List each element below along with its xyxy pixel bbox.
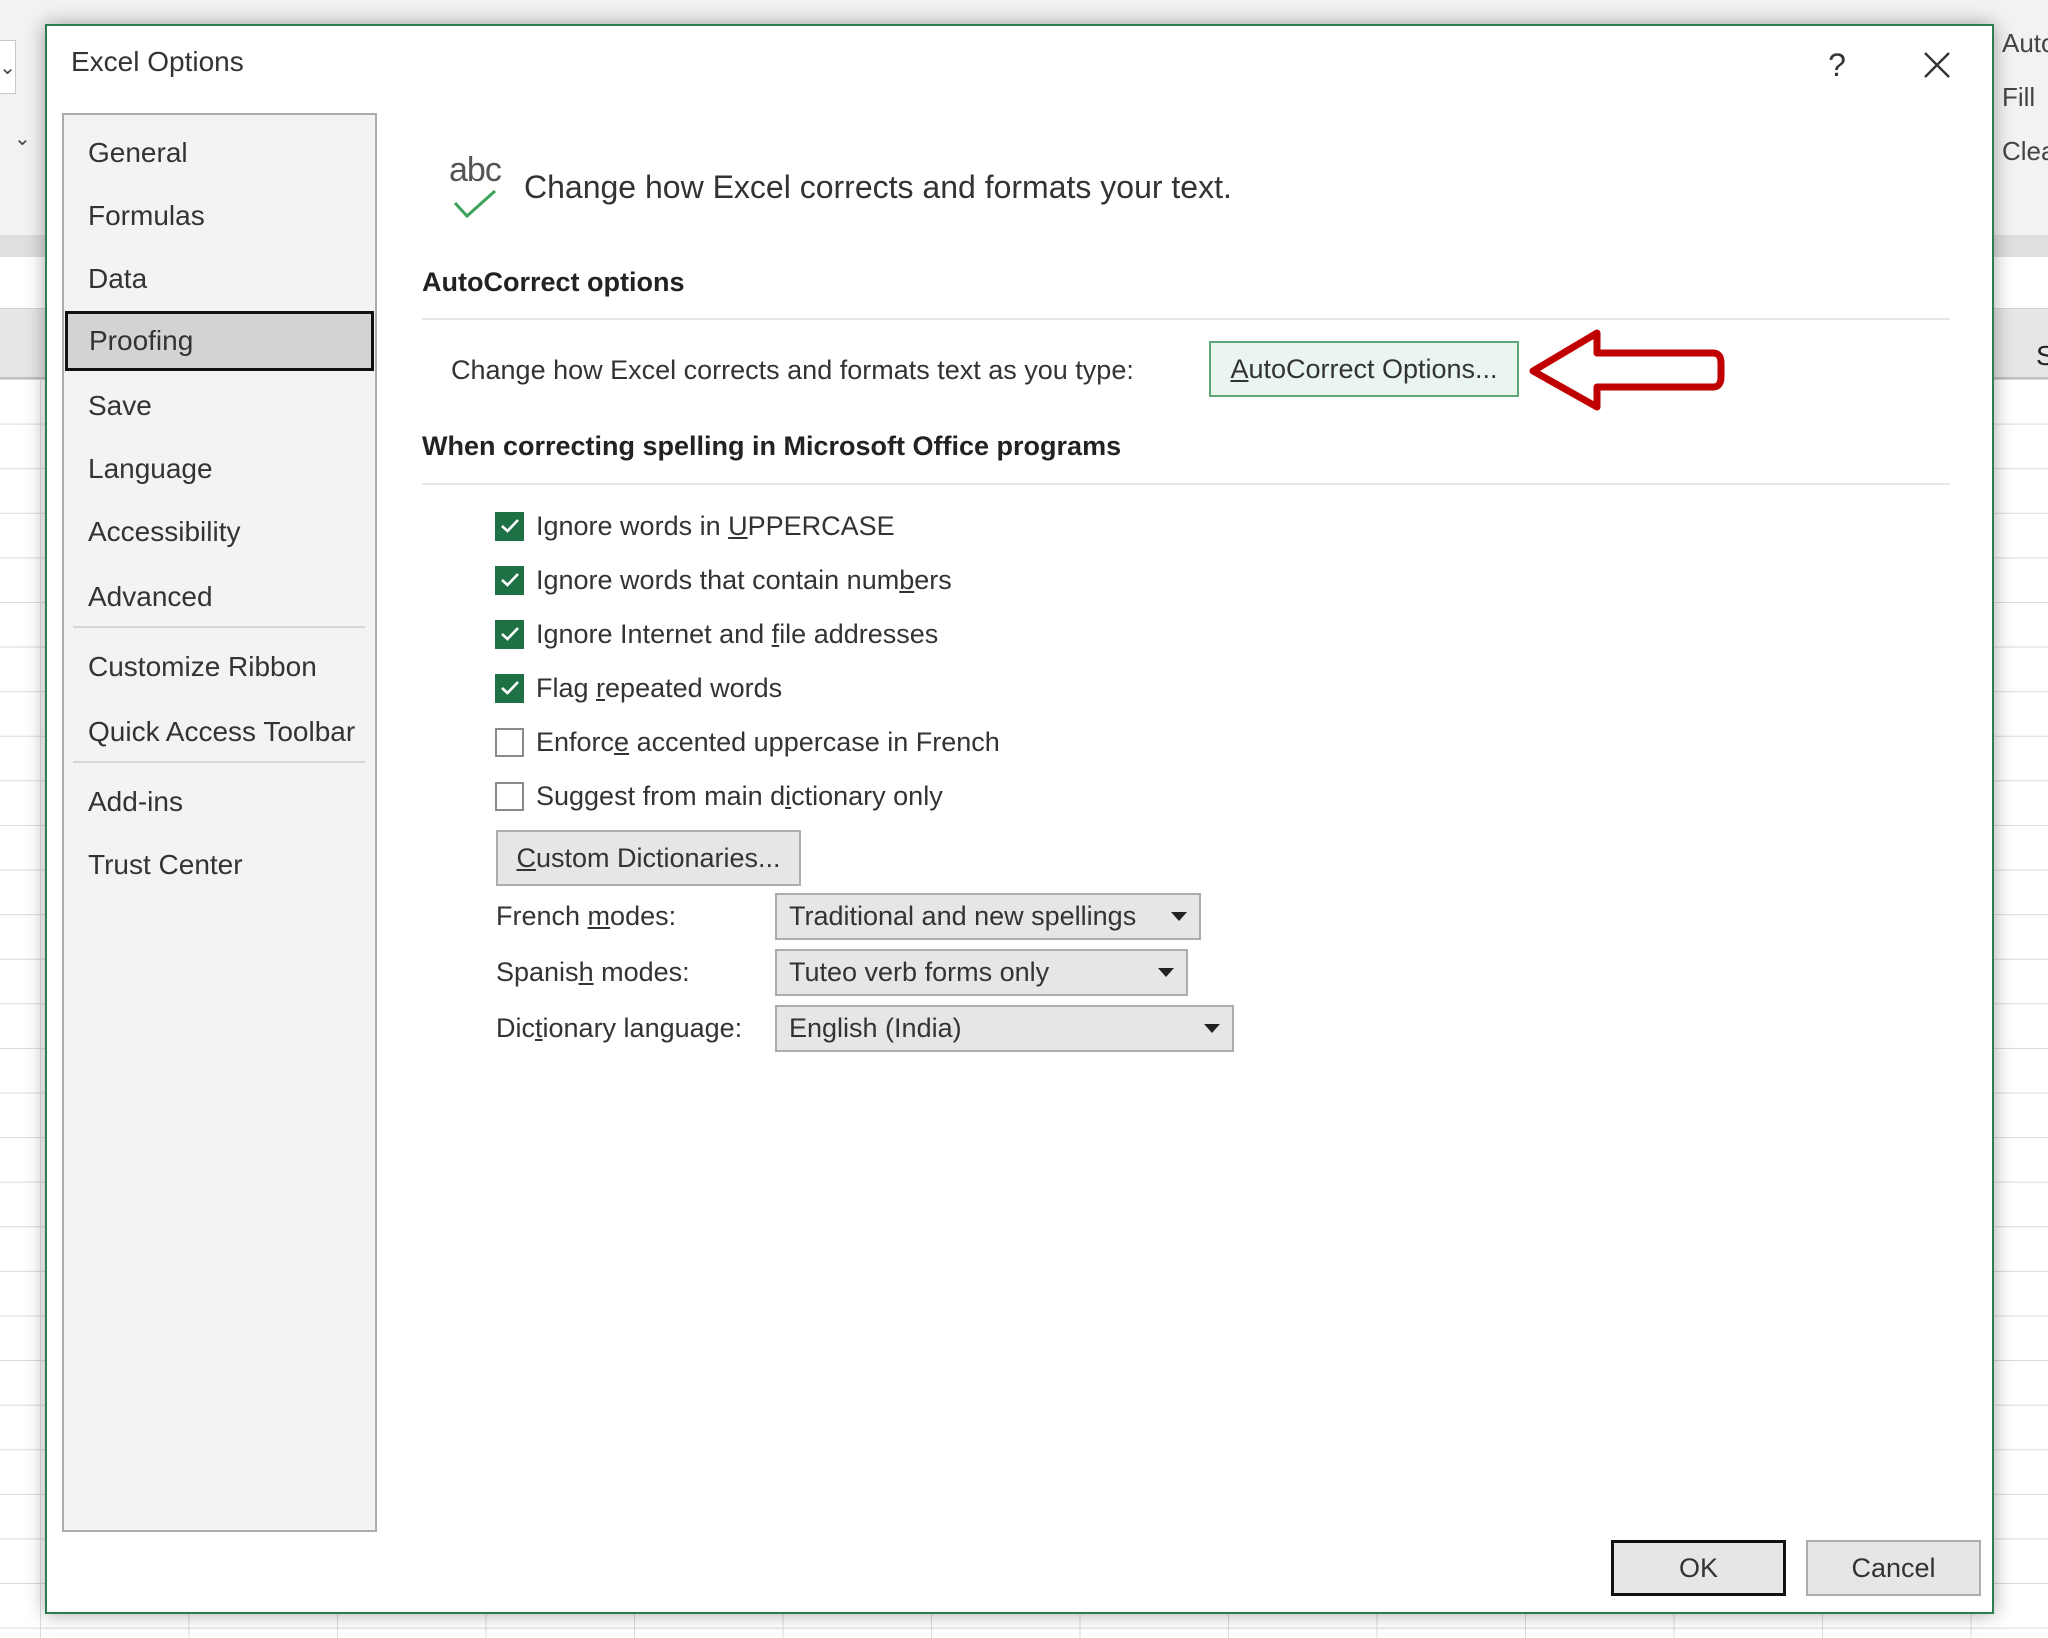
sidebar-item-add-ins[interactable]: Add-ins [64,772,375,832]
cancel-button[interactable]: Cancel [1806,1540,1981,1596]
sidebar-divider [73,626,365,628]
button-label: utoCorrect Options... [1248,353,1498,384]
checkbox-checked-icon[interactable] [495,565,524,595]
sidebar-item-accessibility[interactable]: Accessibility [64,502,375,562]
checkbox-checked-icon[interactable] [495,673,524,703]
abc-check-icon: abc [449,151,509,221]
help-button[interactable]: ? [1812,40,1862,90]
dropdown-arrow-icon [1171,912,1187,921]
sidebar-item-customize-ribbon[interactable]: Customize Ribbon [64,637,375,697]
column-header-letter: S [2036,340,2048,371]
checkbox-label: Ignore Internet and file addresses [536,618,939,649]
checkbox-ignore-uppercase[interactable]: Ignore words in UPPERCASE [495,504,895,548]
checkbox-label: Enforce accented uppercase in French [536,726,1000,757]
dictionary-language-select[interactable]: English (India) [775,1005,1234,1052]
sidebar-item-formulas[interactable]: Formulas [64,186,375,246]
autocorrect-description: Change how Excel corrects and formats te… [451,355,1134,385]
ribbon-clear[interactable]: Clea [2002,136,2048,167]
checkbox-flag-repeated-words[interactable]: Flag repeated words [495,666,782,710]
checkbox-label: Ignore words in UPPERCASE [536,510,895,541]
sidebar-item-save[interactable]: Save [64,376,375,436]
ribbon-autosum[interactable]: Auto [2002,28,2048,59]
spanish-modes-select[interactable]: Tuteo verb forms only [775,949,1188,996]
autocorrect-options-button[interactable]: AutoCorrect Options... [1209,341,1519,397]
section-divider [422,318,1950,320]
abc-icon-text: abc [449,151,502,189]
checkmark-icon [453,189,496,219]
options-sidebar: General Formulas Data Proofing Save Lang… [62,113,377,1532]
select-value: English (India) [789,1013,962,1043]
accel-key: C [516,842,536,873]
checkbox-label: Suggest from main dictionary only [536,780,943,811]
close-button[interactable] [1912,40,1962,90]
panel-header-text: Change how Excel corrects and formats yo… [524,169,1232,205]
checkbox-unchecked-icon[interactable] [495,781,524,811]
checkbox-label: Ignore words that contain numbers [536,564,952,595]
select-value: Tuteo verb forms only [789,957,1050,987]
french-modes-select[interactable]: Traditional and new spellings [775,893,1201,940]
chevron-down-icon[interactable]: ⌄ [14,126,31,151]
checkbox-unchecked-icon[interactable] [495,727,524,757]
checkbox-label: Flag repeated words [536,672,783,703]
dictionary-language-label: Dictionary language: [496,1013,743,1043]
dialog-title: Excel Options [71,46,244,77]
sidebar-item-quick-access-toolbar[interactable]: Quick Access Toolbar [64,702,375,762]
dropdown-arrow-icon [1204,1024,1220,1033]
sidebar-item-proofing[interactable]: Proofing [65,311,374,371]
select-value: Traditional and new spellings [789,901,1137,931]
checkbox-ignore-internet-addresses[interactable]: Ignore Internet and file addresses [495,612,938,656]
checkbox-suggest-main-dictionary[interactable]: Suggest from main dictionary only [495,774,943,818]
sidebar-divider [73,761,365,763]
checkbox-checked-icon[interactable] [495,619,524,649]
checkbox-enforce-accented-uppercase[interactable]: Enforce accented uppercase in French [495,720,1000,764]
spanish-modes-label: Spanish modes: [496,957,690,987]
ok-button[interactable]: OK [1611,1540,1786,1596]
sidebar-item-trust-center[interactable]: Trust Center [64,835,375,895]
sidebar-item-data[interactable]: Data [64,249,375,309]
ribbon-fill[interactable]: Fill [2002,82,2035,113]
spelling-section-title: When correcting spelling in Microsoft Of… [422,431,1122,461]
accel-key: A [1230,353,1249,384]
sidebar-item-language[interactable]: Language [64,439,375,499]
font-dropdown-chevron-icon[interactable]: ⌄ [0,40,16,94]
button-label: ustom Dictionaries... [535,842,781,873]
dropdown-arrow-icon [1158,968,1174,977]
excel-options-dialog: Excel Options ? General Formulas Data Pr… [45,24,1994,1614]
checkbox-checked-icon[interactable] [495,511,524,541]
section-divider [422,483,1950,485]
close-icon [1924,52,1950,78]
checkbox-ignore-numbers[interactable]: Ignore words that contain numbers [495,558,952,602]
sidebar-item-advanced[interactable]: Advanced [64,567,375,627]
french-modes-label: French modes: [496,901,677,931]
custom-dictionaries-button[interactable]: Custom Dictionaries... [496,830,801,886]
autocorrect-section-title: AutoCorrect options [422,267,685,297]
red-arrow-annotation-icon [1529,329,1725,411]
sidebar-item-general[interactable]: General [64,123,375,183]
